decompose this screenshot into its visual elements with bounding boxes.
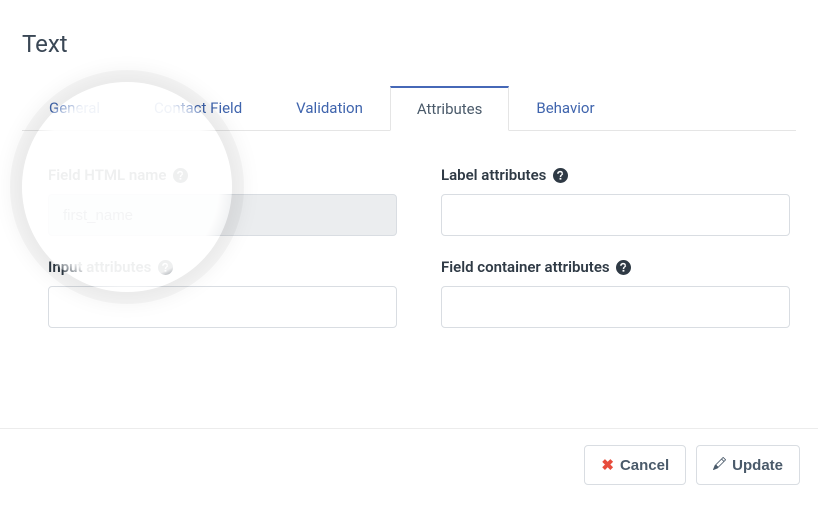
tab-contact-field[interactable]: Contact Field — [127, 86, 269, 130]
field-html-name-label-text: Field HTML name — [48, 166, 166, 184]
field-container-attributes-label: Field container attributes — [441, 258, 790, 276]
field-container-attributes-input[interactable] — [441, 286, 790, 328]
label-attributes-label: Label attributes — [441, 166, 790, 184]
page-title: Text — [0, 0, 818, 58]
label-attributes-input[interactable] — [441, 194, 790, 236]
label-attributes-label-text: Label attributes — [441, 166, 546, 184]
help-icon[interactable] — [552, 167, 568, 183]
update-button-label: Update — [732, 457, 783, 474]
update-button[interactable]: Update — [696, 445, 800, 485]
field-html-name-group: Field HTML name — [48, 166, 397, 236]
tab-bar: General Contact Field Validation Attribu… — [22, 86, 796, 131]
cancel-button[interactable]: ✖ Cancel — [584, 445, 686, 485]
input-attributes-input[interactable] — [48, 286, 397, 328]
field-container-attributes-group: Field container attributes — [441, 258, 790, 328]
tab-behavior[interactable]: Behavior — [509, 86, 621, 130]
footer: ✖ Cancel Update — [584, 445, 800, 485]
tab-general[interactable]: General — [22, 86, 127, 130]
tab-validation[interactable]: Validation — [269, 86, 390, 130]
input-attributes-label-text: Input attributes — [48, 258, 151, 276]
input-attributes-group: Input attributes — [48, 258, 397, 328]
input-attributes-label: Input attributes — [48, 258, 397, 276]
close-icon: ✖ — [601, 456, 614, 474]
cancel-button-label: Cancel — [620, 457, 669, 474]
help-icon[interactable] — [157, 259, 173, 275]
pencil-icon — [713, 457, 726, 474]
field-html-name-label: Field HTML name — [48, 166, 397, 184]
field-html-name-input[interactable] — [48, 194, 397, 236]
help-icon[interactable] — [616, 259, 632, 275]
tab-attributes[interactable]: Attributes — [390, 86, 510, 131]
field-container-attributes-label-text: Field container attributes — [441, 258, 610, 276]
help-icon[interactable] — [172, 167, 188, 183]
form-area: Field HTML name Label attributes Input a… — [0, 131, 818, 328]
label-attributes-group: Label attributes — [441, 166, 790, 236]
footer-divider — [0, 428, 818, 429]
